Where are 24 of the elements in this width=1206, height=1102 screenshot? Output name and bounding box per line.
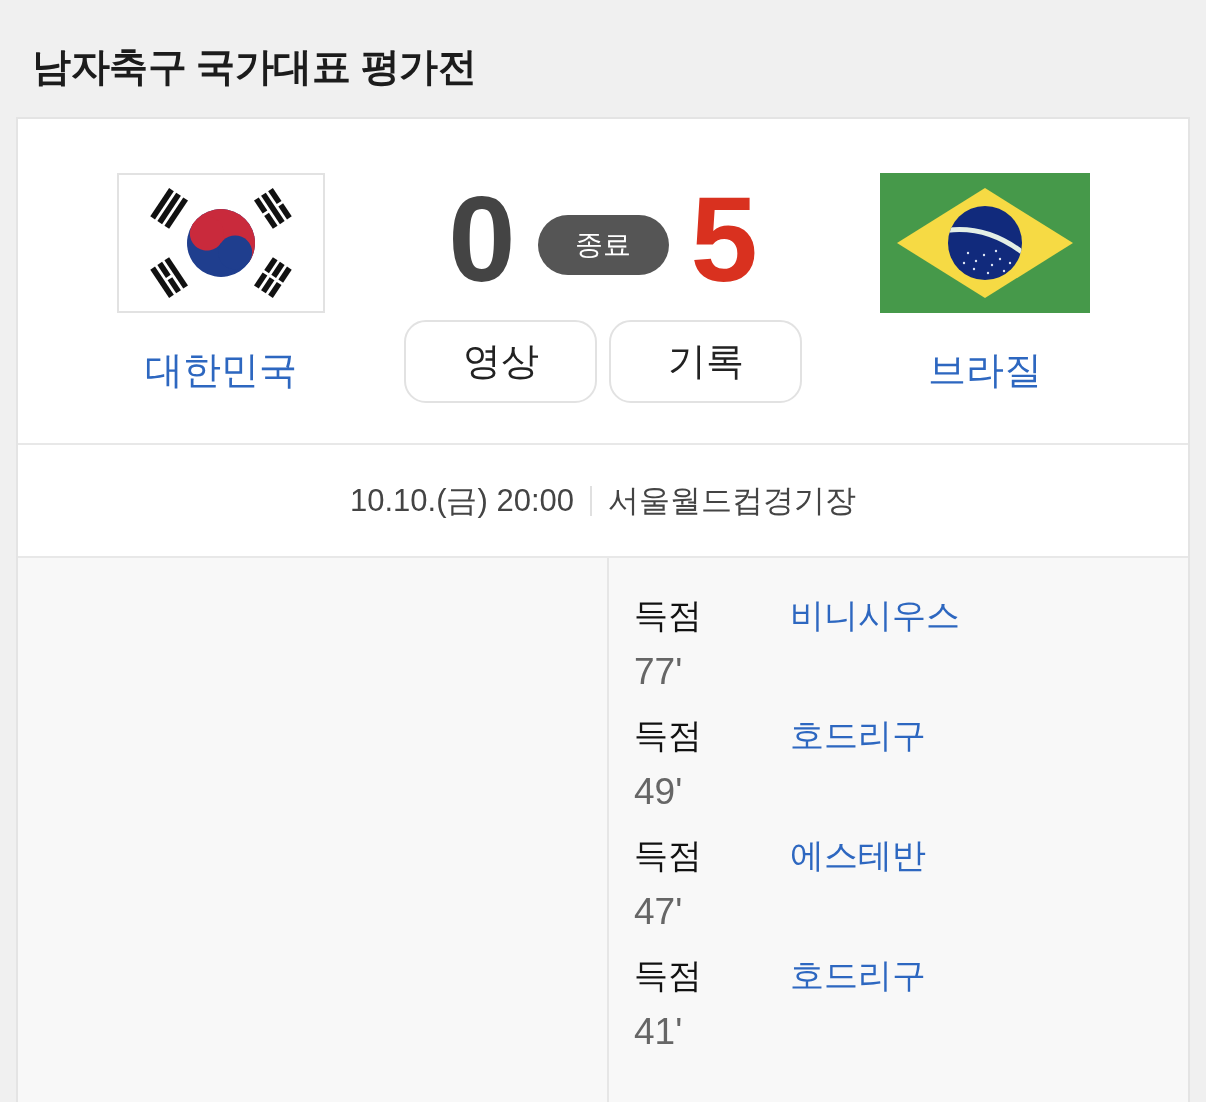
match-datetime: 10.10.(금) 20:00 <box>350 481 574 520</box>
status-badge: 종료 <box>537 214 669 275</box>
player-name-link[interactable]: 비니시우스 <box>790 593 960 639</box>
action-button[interactable]: 기록 <box>609 320 802 403</box>
team-name-link[interactable]: 대한민국 <box>145 346 297 394</box>
korean-flag-icon <box>117 173 325 313</box>
event-type-label: 득점 <box>634 835 702 876</box>
away-score: 5 <box>690 179 758 300</box>
player-name-link[interactable]: 호드리구 <box>790 713 926 759</box>
player-name-link[interactable]: 에스테반 <box>790 833 926 879</box>
action-button[interactable]: 영상 <box>404 320 597 403</box>
goal-minute: 47' <box>634 891 683 933</box>
event-type-label: 득점 <box>634 955 702 996</box>
event-type-label: 득점 <box>634 715 702 756</box>
goal-minute: 41' <box>634 1011 683 1053</box>
event-type-label: 득점 <box>634 595 702 636</box>
brazilian-flag-icon <box>880 173 1090 313</box>
home-score: 0 <box>448 179 516 300</box>
page-title: 남자축구 국가대표 평가전 <box>32 44 478 90</box>
goal-minute: 49' <box>634 771 683 813</box>
venue-text: 서울월드컵경기장 <box>608 481 856 520</box>
goal-minute: 77' <box>634 651 683 693</box>
team-name-link[interactable]: 브라질 <box>928 346 1042 394</box>
player-name-link[interactable]: 호드리구 <box>790 953 926 999</box>
